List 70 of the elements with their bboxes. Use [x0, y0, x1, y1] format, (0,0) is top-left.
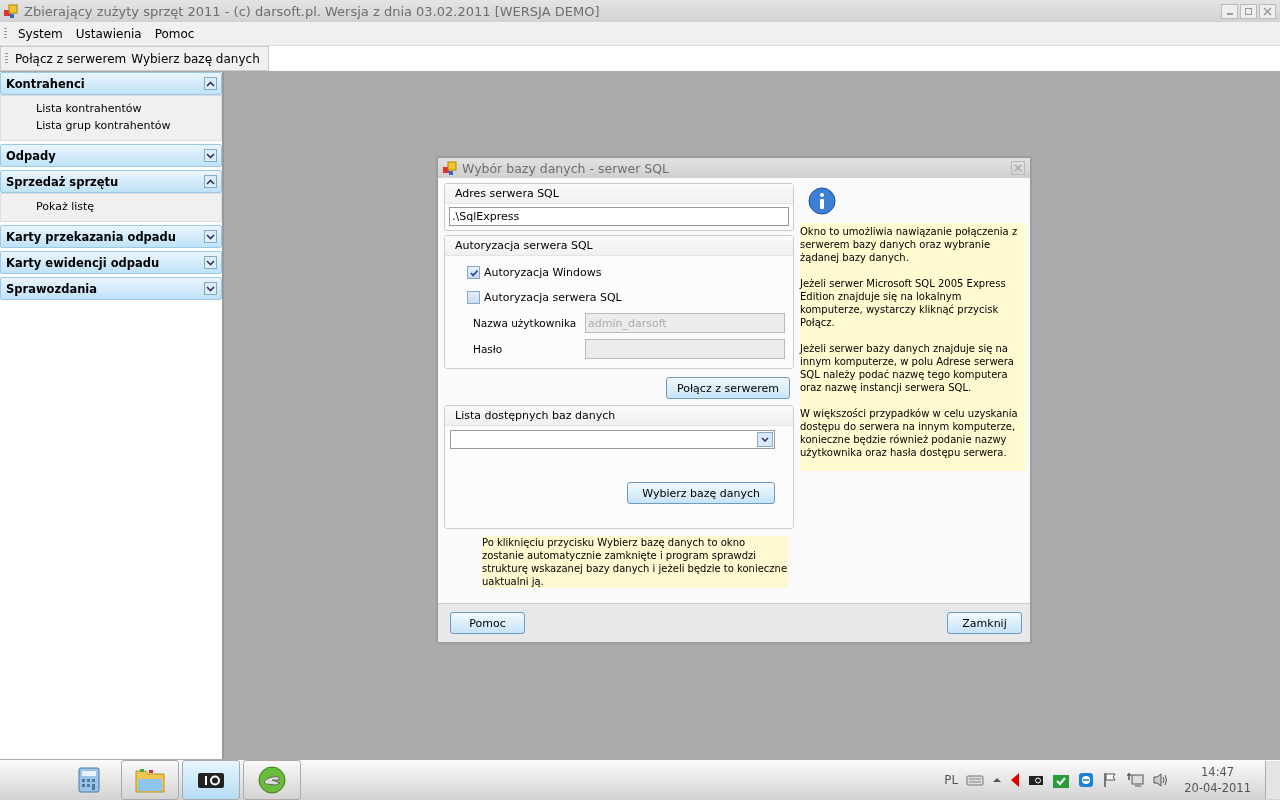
taskbar-button[interactable]	[182, 760, 240, 800]
field-label: Hasło	[473, 343, 504, 355]
info-text: Jeżeli serwer bazy danych znajduje się na innym komputerze, w polu Adrese serwera SQL należy podać nazwę tego komputera oraz nazwę instancji serwera SQL.	[800, 342, 1015, 394]
menu-item[interactable]: Ustawienia	[70, 26, 150, 41]
expand-icon[interactable]	[204, 256, 217, 269]
checkbox-label: Autoryzacja Windows	[484, 266, 602, 279]
flag-icon[interactable]	[1102, 772, 1119, 788]
help-button[interactable]: Pomoc	[450, 612, 525, 634]
close-button[interactable]	[1259, 3, 1276, 19]
menu-item[interactable]: System	[13, 26, 71, 41]
sidebar-link[interactable]: Lista kontrahentów	[36, 102, 221, 115]
toolbar-button[interactable]: Połącz z serwerem	[14, 51, 131, 66]
connect-button[interactable]: Połącz z serwerem	[666, 377, 790, 399]
section-title: Karty ewidencji odpadu	[6, 255, 160, 270]
show-hidden-icons-icon[interactable]	[992, 776, 1003, 784]
language-indicator[interactable]: PL	[944, 773, 959, 787]
select-database-button[interactable]: Wybierz bazę danych	[627, 482, 775, 504]
close-dialog-button[interactable]: Zamknij	[947, 612, 1022, 634]
info-text: Okno to umożliwia nawiązanie połączenia z serwerem bazy danych oraz wybranie żądanej bazy danych.	[800, 225, 1019, 264]
time-text: 14:47	[1201, 764, 1235, 780]
date-text: 20-04-2011	[1184, 780, 1251, 796]
field-label: Nazwa użytkownika	[473, 317, 578, 329]
collapse-icon[interactable]	[204, 77, 217, 90]
info-text: Jeżeli serwer Microsoft SQL 2005 Express Edition znajduje się na lokalnym komputerze, wystarczy kliknąć przycisk Połącz.	[800, 277, 1007, 329]
checkbox[interactable]	[467, 266, 480, 279]
section-title: Karty przekazania odpadu	[6, 229, 177, 244]
camera-icon	[197, 771, 225, 789]
menu-item[interactable]: Pomoc	[149, 26, 203, 41]
group-title: Autoryzacja serwera SQL	[455, 239, 593, 252]
triangle-icon[interactable]	[1010, 772, 1021, 788]
dialog-title: Wybór bazy danych - serwer SQL	[462, 160, 671, 176]
clock[interactable]: 14:47 20-04-2011	[1184, 764, 1251, 796]
section-title: Odpady	[6, 148, 56, 163]
section-header[interactable]: Odpady	[0, 144, 222, 167]
sidebar-link[interactable]: Lista grup kontrahentów	[36, 119, 221, 132]
folder-icon	[135, 767, 165, 793]
close-icon	[1263, 6, 1272, 16]
toolbar-button[interactable]: Wybierz bazę danych	[130, 51, 264, 66]
hint-text: Po kliknięciu przycisku Wybierz bazę danych to okno zostanie automatycznie zamknięte i program sprawdzi strukturę wskazanej bazy danych i jeżeli będzie to konieczne uaktualni ją.	[482, 536, 788, 588]
expand-icon[interactable]	[204, 149, 217, 162]
expand-icon[interactable]	[204, 282, 217, 295]
server-address-field[interactable]: .\SqlExpress	[449, 207, 789, 226]
minimize-button[interactable]	[1221, 3, 1238, 19]
network-icon[interactable]	[1126, 772, 1145, 788]
collapse-icon[interactable]	[204, 175, 217, 188]
app-icon	[4, 4, 18, 18]
checkbox[interactable]	[467, 291, 480, 304]
window-title: Zbierający zużyty sprzęt 2011 - (c) darsoft.pl. Wersja z dnia 03.02.2011 [WERSJA DEMO]	[24, 3, 601, 19]
maximize-button[interactable]	[1240, 3, 1257, 19]
sidebar-link[interactable]: Pokaż listę	[36, 200, 221, 213]
section-header[interactable]: Karty ewidencji odpadu	[0, 251, 222, 274]
section-title: Sprzedaż sprzętu	[6, 174, 119, 189]
info-icon	[808, 187, 836, 215]
remote-control-icon[interactable]	[1078, 772, 1095, 788]
expand-icon[interactable]	[204, 230, 217, 243]
app-icon	[443, 161, 457, 175]
section-header[interactable]: Karty przekazania odpadu	[0, 225, 222, 248]
group-title: Adres serwera SQL	[455, 187, 559, 200]
minimize-icon	[1226, 13, 1233, 15]
camera-icon[interactable]	[1028, 774, 1045, 786]
section-header[interactable]: Sprzedaż sprzętu	[0, 170, 222, 193]
section-header[interactable]: Sprawozdania	[0, 277, 222, 300]
section-title: Sprawozdania	[6, 281, 98, 296]
section-header[interactable]: Kontrahenci	[0, 72, 222, 95]
calculator-icon	[78, 767, 100, 793]
section-title: Kontrahenci	[6, 76, 85, 91]
info-text: W większości przypadków w celu uzyskania dostępu do serwera na innym komputerze, konieczne będzie również podanie nazwy użytkownika oraz hasła dostępu serwera.	[800, 407, 1019, 459]
group-title: Lista dostępnych baz danych	[455, 409, 616, 422]
maximize-icon	[1244, 6, 1253, 16]
checkbox-label: Autoryzacja serwera SQL	[484, 291, 622, 304]
